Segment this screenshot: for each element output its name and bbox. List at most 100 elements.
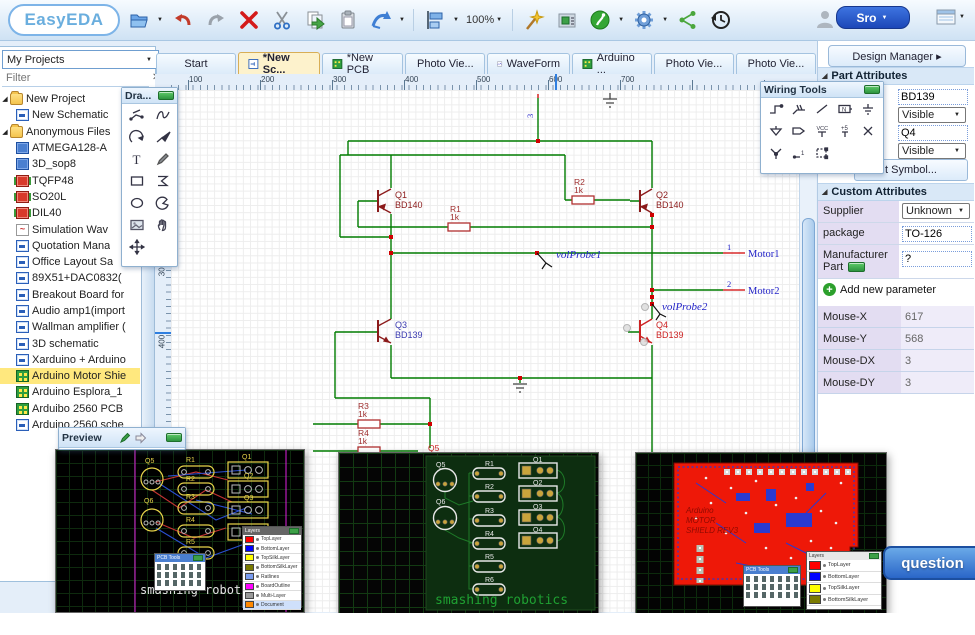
panel-list-button[interactable]: ▼ xyxy=(935,8,967,26)
tree-item-arduino-esplora[interactable]: Arduino Esplora_1 xyxy=(0,384,140,400)
open-file-button[interactable] xyxy=(124,5,154,35)
selection-handle[interactable] xyxy=(624,325,631,332)
draw-arc-tool[interactable] xyxy=(124,126,150,148)
settings-button[interactable] xyxy=(629,5,659,35)
tree-item-tqfp48[interactable]: TQFP48 xyxy=(0,172,140,188)
redo-button[interactable] xyxy=(201,5,231,35)
voltage-probe-1[interactable] xyxy=(537,253,552,269)
draw-pie-tool[interactable] xyxy=(150,192,176,214)
paste-button[interactable] xyxy=(333,5,363,35)
q4-value-label[interactable]: BD139 xyxy=(656,330,684,340)
r2-value-label[interactable]: 1k xyxy=(574,185,584,195)
q1-ref-label[interactable]: Q1 xyxy=(395,190,407,200)
tree-item-dil40[interactable]: DIL40 xyxy=(0,205,140,221)
netlabel-tool[interactable]: N xyxy=(834,98,857,120)
user-avatar[interactable] xyxy=(814,8,836,30)
undo-button[interactable] xyxy=(168,5,198,35)
q4-ref-label[interactable]: Q4 xyxy=(656,320,668,330)
pin-number-tool[interactable]: 1 xyxy=(788,142,811,164)
tab-photo-view-3[interactable]: Photo Vie... xyxy=(736,53,816,74)
design-manager-button[interactable]: Design Manager ▸ xyxy=(828,45,966,67)
tree-item-breakout-board[interactable]: Breakout Board for xyxy=(0,287,140,303)
align-button[interactable] xyxy=(420,5,450,35)
move-tool[interactable] xyxy=(124,236,150,258)
run-simulation-button[interactable] xyxy=(585,5,615,35)
open-arrow-icon[interactable] xyxy=(134,432,147,444)
bus-tool[interactable] xyxy=(788,98,811,120)
resistor-r2[interactable] xyxy=(572,196,594,204)
ask-question-button[interactable]: question xyxy=(883,546,975,580)
r1-value-label[interactable]: 1k xyxy=(450,212,460,222)
user-menu-button[interactable]: Sro ▼ xyxy=(836,6,910,29)
tree-item-arduibo-2560-pcb[interactable]: Arduibo 2560 PCB xyxy=(0,401,140,417)
tab-photo-view-2[interactable]: Photo Vie... xyxy=(654,53,734,74)
supplier-select[interactable]: Unknown▼ xyxy=(902,203,970,219)
rotate-button[interactable] xyxy=(366,5,396,35)
draw-curve-tool[interactable] xyxy=(150,104,176,126)
transistor-q4-selected[interactable] xyxy=(624,304,653,346)
draw-polygon-tool[interactable] xyxy=(150,170,176,192)
tree-item-3d-schematic[interactable]: 3D schematic xyxy=(0,335,140,351)
probe2-label[interactable]: volProbe2 xyxy=(662,301,708,313)
tree-item-new-project[interactable]: ◢New Project xyxy=(0,91,140,107)
draw-ellipse-tool[interactable] xyxy=(124,192,150,214)
tab-new-pcb[interactable]: *New PCB xyxy=(322,53,403,74)
settings-caret[interactable]: ▼ xyxy=(662,17,670,23)
q3-value-label[interactable]: BD139 xyxy=(395,330,423,340)
filter-input[interactable] xyxy=(2,71,152,85)
history-button[interactable] xyxy=(706,5,736,35)
tab-waveform[interactable]: WaveForm xyxy=(487,53,570,74)
draw-rect-tool[interactable] xyxy=(124,170,150,192)
polyline-tool[interactable] xyxy=(811,98,834,120)
tree-item-3d-sop8[interactable]: 3D_sop8 xyxy=(0,156,140,172)
wire-tool[interactable] xyxy=(765,98,788,120)
probe1-label[interactable]: volProbe1 xyxy=(556,249,601,261)
rotate-caret[interactable]: ▼ xyxy=(399,17,407,23)
drag-hand-tool[interactable] xyxy=(150,214,176,236)
minimize-button[interactable] xyxy=(166,433,182,442)
package-input[interactable] xyxy=(902,226,972,242)
tab-photo-view-1[interactable]: Photo Vie... xyxy=(405,53,485,74)
manufacturer-expand-icon[interactable] xyxy=(848,262,865,272)
ground-flag-tool[interactable] xyxy=(765,120,788,142)
resistor-r1[interactable] xyxy=(448,223,470,231)
part-name-input[interactable] xyxy=(898,89,968,105)
tree-item-so20l[interactable]: SO20L xyxy=(0,189,140,205)
draw-image-tool[interactable] xyxy=(124,214,150,236)
delete-button[interactable] xyxy=(234,5,264,35)
minimize-button[interactable] xyxy=(158,91,174,100)
tree-item-wallman-amplifier[interactable]: Wallman amplifier ( xyxy=(0,319,140,335)
tree-item-simulation-wave[interactable]: ~Simulation Wav xyxy=(0,221,140,237)
wizard-button[interactable] xyxy=(519,5,549,35)
tree-item-quotation[interactable]: Quotation Mana xyxy=(0,238,140,254)
zoom-level-select[interactable]: 100% ▼ xyxy=(464,14,506,26)
selection-handle[interactable] xyxy=(641,339,648,346)
tree-item-audio-amp[interactable]: Audio amp1(import xyxy=(0,303,140,319)
open-file-caret[interactable]: ▼ xyxy=(157,17,165,23)
part-prefix-input[interactable] xyxy=(898,125,968,141)
draw-pencil-tool[interactable] xyxy=(150,148,176,170)
tree-item-anonymous-files[interactable]: ◢Anonymous Files xyxy=(0,124,140,140)
pcb-module-button[interactable] xyxy=(552,5,582,35)
resistor-r3[interactable] xyxy=(358,420,380,428)
tree-item-atmega128[interactable]: ATMEGA128-A xyxy=(0,140,140,156)
tab-arduino[interactable]: Arduino ... xyxy=(572,53,652,74)
tree-item-arduino-motor-shield[interactable]: Arduino Motor Shie xyxy=(0,368,140,384)
minimize-button[interactable] xyxy=(864,85,880,94)
r3-value-label[interactable]: 1k xyxy=(358,409,368,419)
draw-text-tool[interactable]: T xyxy=(124,148,150,170)
part-name-visibility-select[interactable]: Visible▼ xyxy=(898,107,966,123)
transistor-q3[interactable] xyxy=(378,319,391,343)
part-prefix-visibility-select[interactable]: Visible▼ xyxy=(898,143,966,159)
share-button[interactable] xyxy=(673,5,703,35)
motor1-net-label[interactable]: Motor1 xyxy=(748,249,780,260)
plus5v-flag-tool[interactable]: +5 xyxy=(834,120,857,142)
manufacturer-part-input[interactable] xyxy=(902,251,972,267)
align-caret[interactable]: ▼ xyxy=(453,17,461,23)
group-region-tool[interactable] xyxy=(811,142,834,164)
copy-button[interactable] xyxy=(300,5,330,35)
project-scope-select[interactable]: My Projects ▼ xyxy=(2,50,159,69)
edit-pencil-icon[interactable] xyxy=(119,432,131,444)
transistor-q2[interactable] xyxy=(640,189,652,213)
ground-tool[interactable] xyxy=(857,98,880,120)
